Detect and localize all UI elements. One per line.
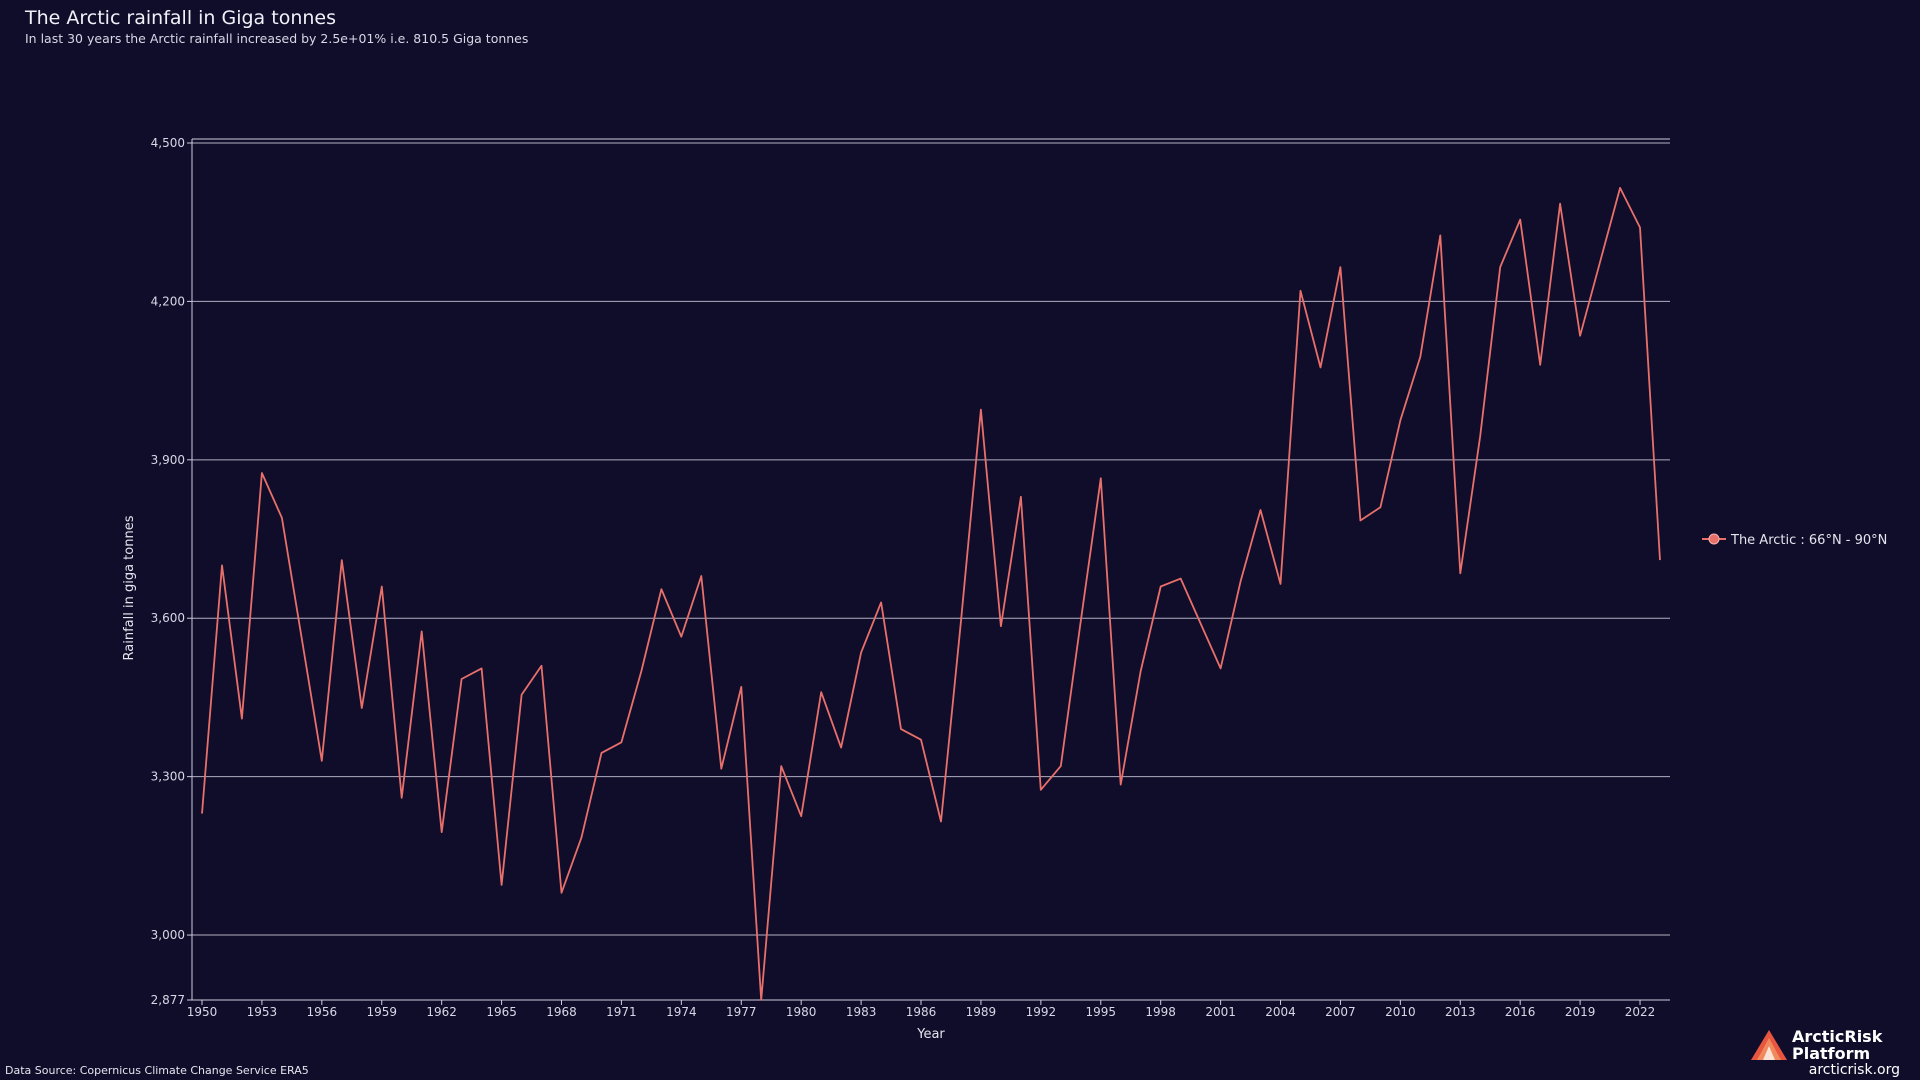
x-tick-label: 1962 [426,1005,457,1019]
x-tick-label: 1989 [966,1005,997,1019]
x-tick-label: 1980 [786,1005,817,1019]
y-axis-title: Rainfall in giga tonnes [122,515,137,660]
x-tick-label: 1965 [486,1005,517,1019]
brand-url[interactable]: arcticrisk.org [1809,1062,1900,1078]
x-tick-label: 1995 [1085,1005,1116,1019]
x-tick-label: 1983 [846,1005,877,1019]
y-tick-label: 3,600 [151,611,185,625]
x-tick-label: 1974 [666,1005,697,1019]
x-tick-label: 2022 [1625,1005,1656,1019]
y-tick-label: 2,877 [151,993,185,1007]
x-axis-title: Year [916,1027,945,1042]
axes [191,138,1670,1001]
grid-lines [192,142,1670,936]
x-tick-label: 2016 [1505,1005,1536,1019]
legend-label: The Arctic : 66°N - 90°N [1730,533,1887,548]
y-tick-label: 4,500 [151,136,185,150]
x-tick-label: 2019 [1565,1005,1596,1019]
brand-name: ArcticRisk Platform [1792,1027,1883,1063]
x-tick-label: 1977 [726,1005,757,1019]
x-tick-label: 1992 [1026,1005,1057,1019]
y-tick-label: 4,200 [151,294,185,308]
legend-marker [1708,533,1720,545]
x-tick-label: 1953 [247,1005,278,1019]
x-axis-ticks: 1950 1953 1956 1959 1962 1965 1968 1971 1974 1977… [187,1000,1656,1019]
x-tick-label: 2001 [1205,1005,1236,1019]
x-tick-label: 1956 [307,1005,338,1019]
data-source-note: Data Source: Copernicus Climate Change S… [5,1064,309,1077]
line-chart: 2,877 3,000 3,300 3,600 3,900 4,200 4,500 1950… [122,136,1887,1042]
x-tick-label: 1971 [606,1005,637,1019]
y-tick-label: 3,300 [151,770,185,784]
legend[interactable]: The Arctic : 66°N - 90°N [1702,533,1887,548]
y-tick-label: 3,900 [151,453,185,467]
x-tick-label: 2004 [1265,1005,1296,1019]
x-tick-label: 2007 [1325,1005,1356,1019]
brand-block[interactable]: ArcticRisk Platform arcticrisk.org [1750,1028,1900,1078]
x-tick-label: 1998 [1145,1005,1176,1019]
chart-page: The Arctic rainfall in Giga tonnes In la… [0,0,1920,1080]
x-tick-label: 1959 [366,1005,397,1019]
x-tick-label: 1986 [906,1005,937,1019]
x-tick-label: 2013 [1445,1005,1476,1019]
brand-logo-icon [1751,1030,1787,1060]
x-tick-label: 1950 [187,1005,218,1019]
x-tick-label: 2010 [1385,1005,1416,1019]
series-layer [201,186,1661,1001]
x-tick-label: 1968 [546,1005,577,1019]
series-line[interactable] [201,186,1661,1001]
y-axis-ticks: 2,877 3,000 3,300 3,600 3,900 4,200 4,500 [151,136,192,1007]
y-tick-label: 3,000 [151,928,185,942]
